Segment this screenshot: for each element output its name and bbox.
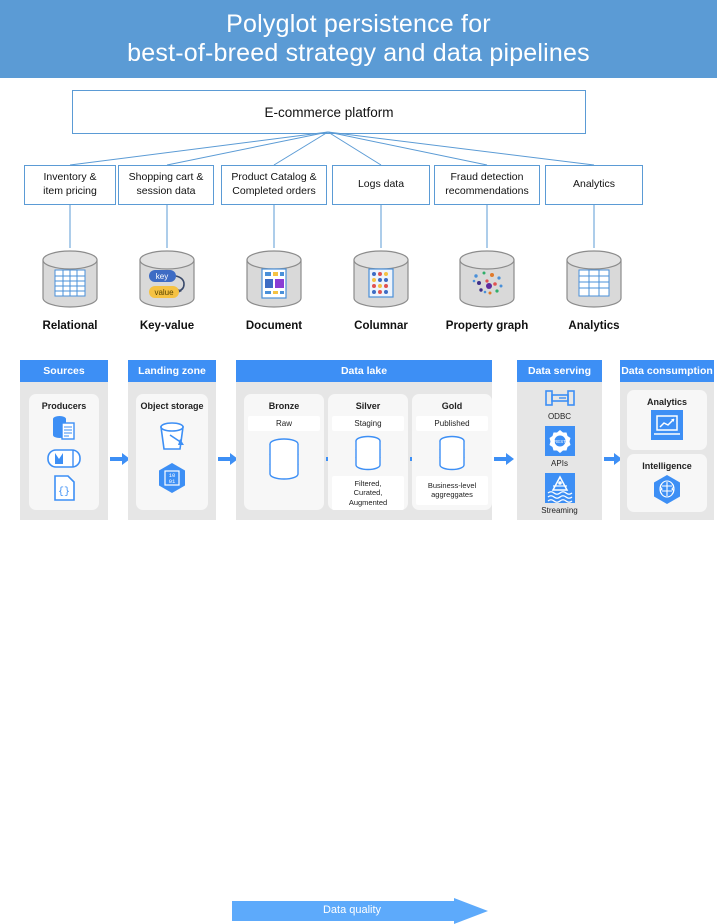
arrow-sources-to-landing	[110, 453, 130, 465]
database-analytics-icon	[566, 250, 622, 308]
category-label-line1: Shopping cart &	[128, 171, 204, 184]
card-producers[interactable]: Producers {}	[29, 394, 99, 510]
pipeline-header-landing-zone: Landing zone	[128, 360, 216, 382]
card-analytics[interactable]: Analytics	[627, 390, 707, 450]
note-gold-line2: aggreggates	[431, 490, 473, 500]
card-silver[interactable]: Silver Staging Filtered, Curated, Augmen…	[328, 394, 408, 510]
serving-label-apis: APIs	[551, 459, 568, 468]
chip-staging: Staging	[332, 416, 404, 431]
laptop-chart-icon	[651, 410, 683, 440]
svg-text:{}: {}	[58, 486, 70, 498]
database-document-icon	[246, 250, 302, 308]
note-gold: Business-level aggreggates	[416, 476, 488, 505]
card-title-producers: Producers	[41, 401, 87, 411]
card-title-bronze: Bronze	[268, 401, 300, 411]
arrow-landing-to-lake	[218, 453, 238, 465]
category-box-logs-data[interactable]: Logs data	[332, 165, 430, 205]
svg-text:01: 01	[169, 478, 176, 485]
stacked-disks-icon	[355, 435, 381, 471]
chip-raw: Raw	[248, 416, 320, 431]
serving-label-odbc: ODBC	[547, 412, 572, 421]
page-title-line1: Polyglot persistence for	[226, 9, 491, 38]
card-title-gold: Gold	[441, 401, 463, 411]
ecommerce-platform-box: E-commerce platform	[72, 90, 586, 134]
category-label-line1: Fraud detection	[450, 171, 524, 184]
page-title-line2: best-of-breed strategy and data pipeline…	[127, 39, 590, 67]
database-label-keyvalue: Key-value	[139, 320, 195, 332]
data-pipeline-diagram: Sources Producers {} Landing zone Object…	[0, 360, 717, 924]
note-silver-line2: Curated,	[353, 488, 383, 498]
pipeline-header-data-consumption: Data consumption	[620, 360, 714, 382]
database-label-graph: Property graph	[445, 320, 529, 332]
note-silver-line1: Filtered,	[354, 478, 382, 488]
svg-text:REST: REST	[553, 439, 565, 444]
database-document-icon	[53, 416, 75, 440]
odbc-connector-icon	[544, 390, 575, 406]
category-box-inventory[interactable]: Inventory & item pricing	[24, 165, 116, 205]
api-gear-icon: REST	[544, 426, 575, 456]
category-label-line2: session data	[136, 185, 196, 197]
category-box-fraud-detection[interactable]: Fraud detection recommendations	[434, 165, 540, 205]
bucket-icon	[160, 422, 184, 450]
note-silver: Filtered, Curated, Augmented	[332, 475, 404, 510]
note-silver-line3: Augmented	[348, 497, 388, 507]
keyvalue-key-text: key	[156, 272, 168, 281]
page-title: Polyglot persistence for best-of-breed s…	[0, 0, 717, 78]
pipeline-header-data-serving: Data serving	[517, 360, 602, 382]
category-box-analytics[interactable]: Analytics	[545, 165, 643, 205]
database-label-analytics: Analytics	[568, 320, 620, 332]
stacked-disks-icon	[269, 438, 299, 480]
database-label-columnar: Columnar	[354, 320, 408, 332]
card-intelligence[interactable]: Intelligence	[627, 454, 707, 512]
note-gold-line1: Business-level	[427, 481, 477, 490]
database-keyvalue-icon: key value	[139, 250, 195, 308]
category-label-line1: Product Catalog &	[231, 171, 317, 184]
pipeline-header-sources: Sources	[20, 360, 108, 382]
card-gold[interactable]: Gold Published Business-level aggreggate…	[412, 394, 492, 510]
pipeline-header-data-lake: Data lake	[236, 360, 492, 382]
serving-label-streaming: Streaming	[541, 506, 578, 515]
ecommerce-platform-label: E-commerce platform	[264, 104, 394, 120]
database-graph-icon	[459, 250, 515, 308]
database-label-document: Document	[245, 320, 303, 332]
streaming-buoy-icon	[544, 473, 575, 503]
category-box-product-catalog[interactable]: Product Catalog & Completed orders	[221, 165, 327, 205]
database-columnar-icon	[353, 250, 409, 308]
card-bronze[interactable]: Bronze Raw	[244, 394, 324, 510]
category-label-line1: Inventory &	[43, 171, 97, 184]
card-object-storage[interactable]: Object storage 10 01	[136, 394, 208, 510]
card-title-analytics: Analytics	[646, 397, 688, 407]
serving-items: ODBC REST APIs Streaming	[517, 386, 602, 515]
card-title-intelligence: Intelligence	[642, 461, 692, 471]
card-title-silver: Silver	[355, 401, 381, 411]
stream-cylinder-icon	[47, 449, 81, 468]
data-quality-label: Data quality	[322, 904, 382, 916]
database-relational-icon	[42, 250, 98, 308]
binary-hexagon-icon: 10 01	[159, 463, 185, 493]
json-file-icon: {}	[54, 475, 75, 501]
category-box-shopping-cart[interactable]: Shopping cart & session data	[118, 165, 214, 205]
category-label-line2: Completed orders	[232, 185, 316, 197]
arrow-lake-to-serving	[494, 453, 514, 465]
category-label-line1: Logs data	[357, 178, 405, 191]
card-title-object-storage: Object storage	[140, 401, 204, 411]
stacked-disks-icon	[439, 435, 465, 471]
category-label-line2: item pricing	[43, 185, 97, 197]
category-label-line1: Analytics	[572, 178, 615, 191]
chip-published: Published	[416, 416, 488, 431]
category-label-line2: recommendations	[445, 185, 529, 197]
database-label-relational: Relational	[42, 320, 98, 332]
keyvalue-value-text: value	[154, 288, 174, 297]
brain-hexagon-icon	[654, 475, 680, 504]
